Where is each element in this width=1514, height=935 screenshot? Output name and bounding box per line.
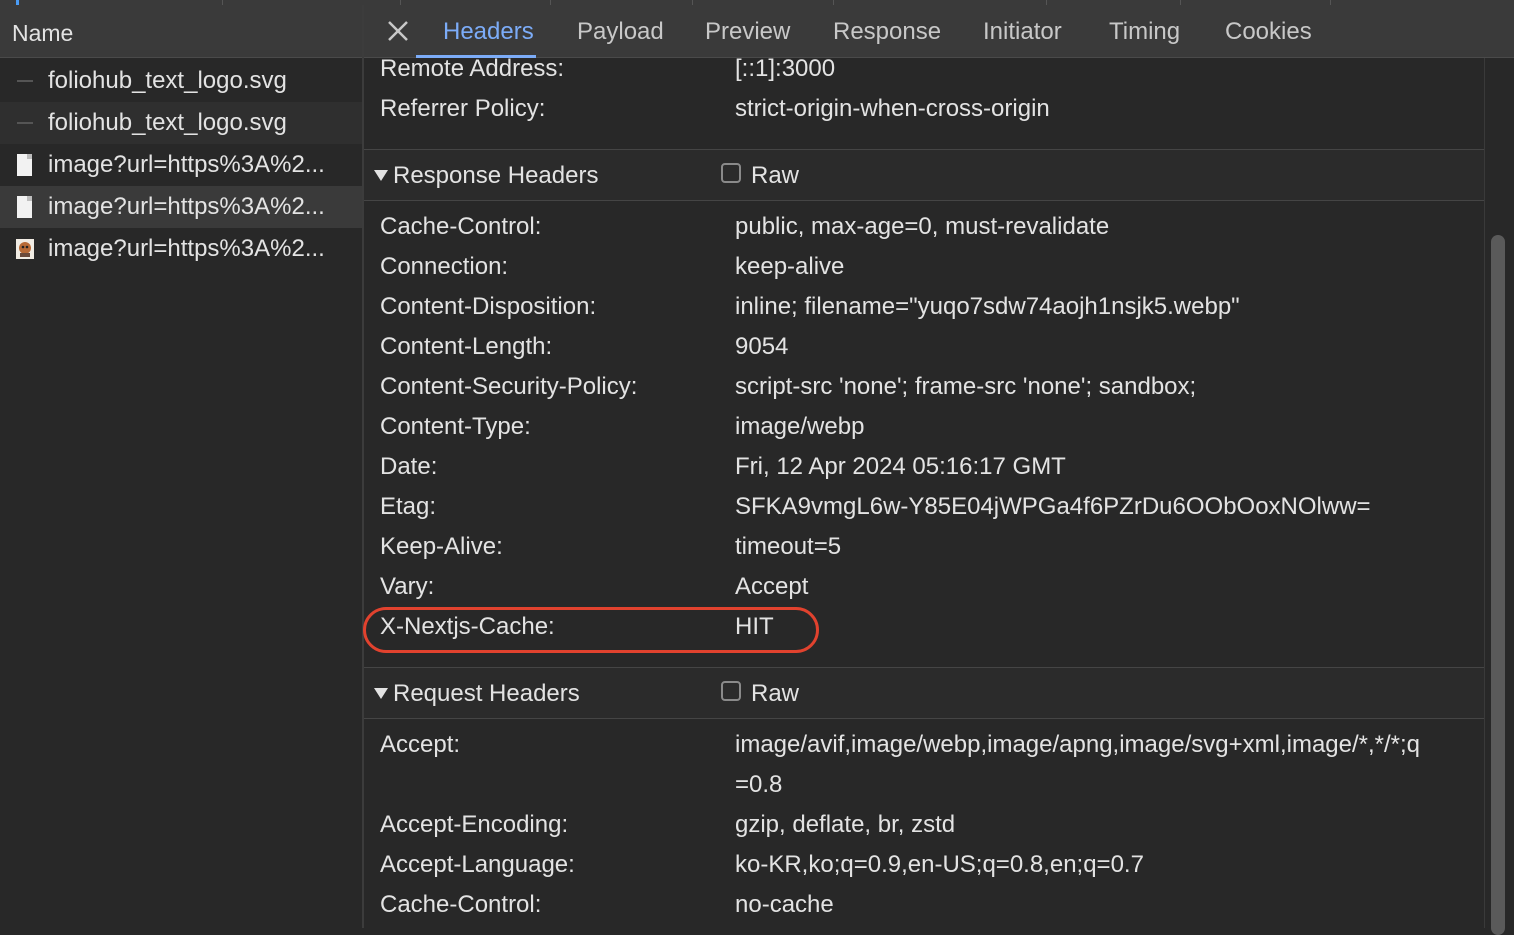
- highlight-annotation: [363, 607, 819, 653]
- request-name: image?url=https%3A%2...: [48, 193, 325, 220]
- request-headers-section-header[interactable]: Request Headers Raw: [364, 667, 1484, 719]
- header-key: Remote Address:: [380, 55, 565, 82]
- header-value: no-cache: [735, 891, 834, 918]
- response-headers-section-header[interactable]: Response Headers Raw: [364, 149, 1484, 201]
- header-value: Accept: [735, 573, 809, 600]
- header-value: image/webp: [735, 413, 865, 440]
- header-value-continuation: =0.8: [735, 771, 783, 798]
- request-name: foliohub_text_logo.svg: [48, 67, 287, 94]
- tab-preview[interactable]: Preview: [705, 18, 790, 46]
- header-key: Keep-Alive:: [380, 533, 503, 560]
- blank-image-icon: [17, 196, 32, 218]
- expand-triangle-icon[interactable]: [374, 688, 388, 699]
- header-key: Accept-Encoding:: [380, 811, 569, 838]
- request-name: foliohub_text_logo.svg: [48, 109, 287, 136]
- header-value: image/avif,image/webp,image/apng,image/s…: [735, 731, 1421, 758]
- header-key: Date:: [380, 453, 438, 480]
- header-value: 9054: [735, 333, 789, 360]
- header-value: [::1]:3000: [735, 55, 836, 82]
- header-value: timeout=5: [735, 533, 842, 560]
- header-value: inline; filename="yuqo7sdw74aojh1nsjk5.w…: [735, 293, 1240, 320]
- request-details-pane: Headers Payload Preview Response Initiat…: [363, 5, 1514, 935]
- header-value: public, max-age=0, must-revalidate: [735, 213, 1110, 240]
- raw-checkbox[interactable]: [721, 681, 741, 701]
- header-key: Accept:: [380, 731, 461, 758]
- name-column-label: Name: [12, 20, 74, 46]
- header-value: ko-KR,ko;q=0.9,en-US;q=0.8,en;q=0.7: [735, 851, 1144, 878]
- header-key: Vary:: [380, 573, 435, 600]
- header-value: strict-origin-when-cross-origin: [735, 95, 1050, 122]
- blank-image-icon: [17, 154, 32, 176]
- request-row[interactable]: image?url=https%3A%2...: [0, 144, 362, 186]
- expand-triangle-icon[interactable]: [374, 170, 388, 181]
- tab-initiator[interactable]: Initiator: [983, 18, 1062, 46]
- header-value: keep-alive: [735, 253, 845, 280]
- raw-label: Raw: [751, 162, 800, 189]
- tab-timing[interactable]: Timing: [1109, 18, 1180, 46]
- name-column-header[interactable]: Name: [0, 5, 362, 58]
- section-title: Response Headers: [393, 162, 599, 189]
- request-row-selected[interactable]: image?url=https%3A%2...: [0, 186, 362, 228]
- header-key: Etag:: [380, 493, 437, 520]
- svg-logo-icon: [17, 122, 33, 124]
- header-value: script-src 'none'; frame-src 'none'; san…: [735, 373, 1197, 400]
- header-key: Accept-Language:: [380, 851, 575, 878]
- request-name: image?url=https%3A%2...: [48, 235, 325, 262]
- request-list-pane: Name foliohub_text_logo.svg foliohub_tex…: [0, 5, 362, 928]
- tab-payload[interactable]: Payload: [577, 18, 664, 46]
- header-value: SFKA9vmgL6w-Y85E04jWPGa4f6PZrDu6OObOoxNO…: [735, 493, 1371, 520]
- header-key: Content-Type:: [380, 413, 531, 440]
- tab-response[interactable]: Response: [833, 18, 941, 46]
- header-key: Cache-Control:: [380, 213, 542, 240]
- request-row[interactable]: foliohub_text_logo.svg: [0, 60, 362, 102]
- raw-checkbox[interactable]: [721, 163, 741, 183]
- header-key: Content-Length:: [380, 333, 553, 360]
- request-row[interactable]: image?url=https%3A%2...: [0, 228, 362, 270]
- tab-headers[interactable]: Headers: [443, 18, 534, 46]
- request-name: image?url=https%3A%2...: [48, 151, 325, 178]
- request-row[interactable]: foliohub_text_logo.svg: [0, 102, 362, 144]
- header-key: Connection:: [380, 253, 509, 280]
- svg-logo-icon: [17, 80, 33, 82]
- header-key: Content-Security-Policy:: [380, 373, 638, 400]
- details-tabbar: Headers Payload Preview Response Initiat…: [364, 5, 1514, 58]
- thumbnail-image-icon: [16, 239, 34, 259]
- header-key: Cache-Control:: [380, 891, 542, 918]
- raw-label: Raw: [751, 680, 800, 707]
- scrollbar-thumb[interactable]: [1491, 235, 1505, 935]
- section-title: Request Headers: [393, 680, 580, 707]
- tab-cookies[interactable]: Cookies: [1225, 18, 1312, 46]
- close-icon[interactable]: [386, 19, 410, 43]
- header-key: Content-Disposition:: [380, 293, 597, 320]
- header-key: Referrer Policy:: [380, 95, 546, 122]
- header-value: Fri, 12 Apr 2024 05:16:17 GMT: [735, 453, 1066, 480]
- header-value: gzip, deflate, br, zstd: [735, 811, 956, 838]
